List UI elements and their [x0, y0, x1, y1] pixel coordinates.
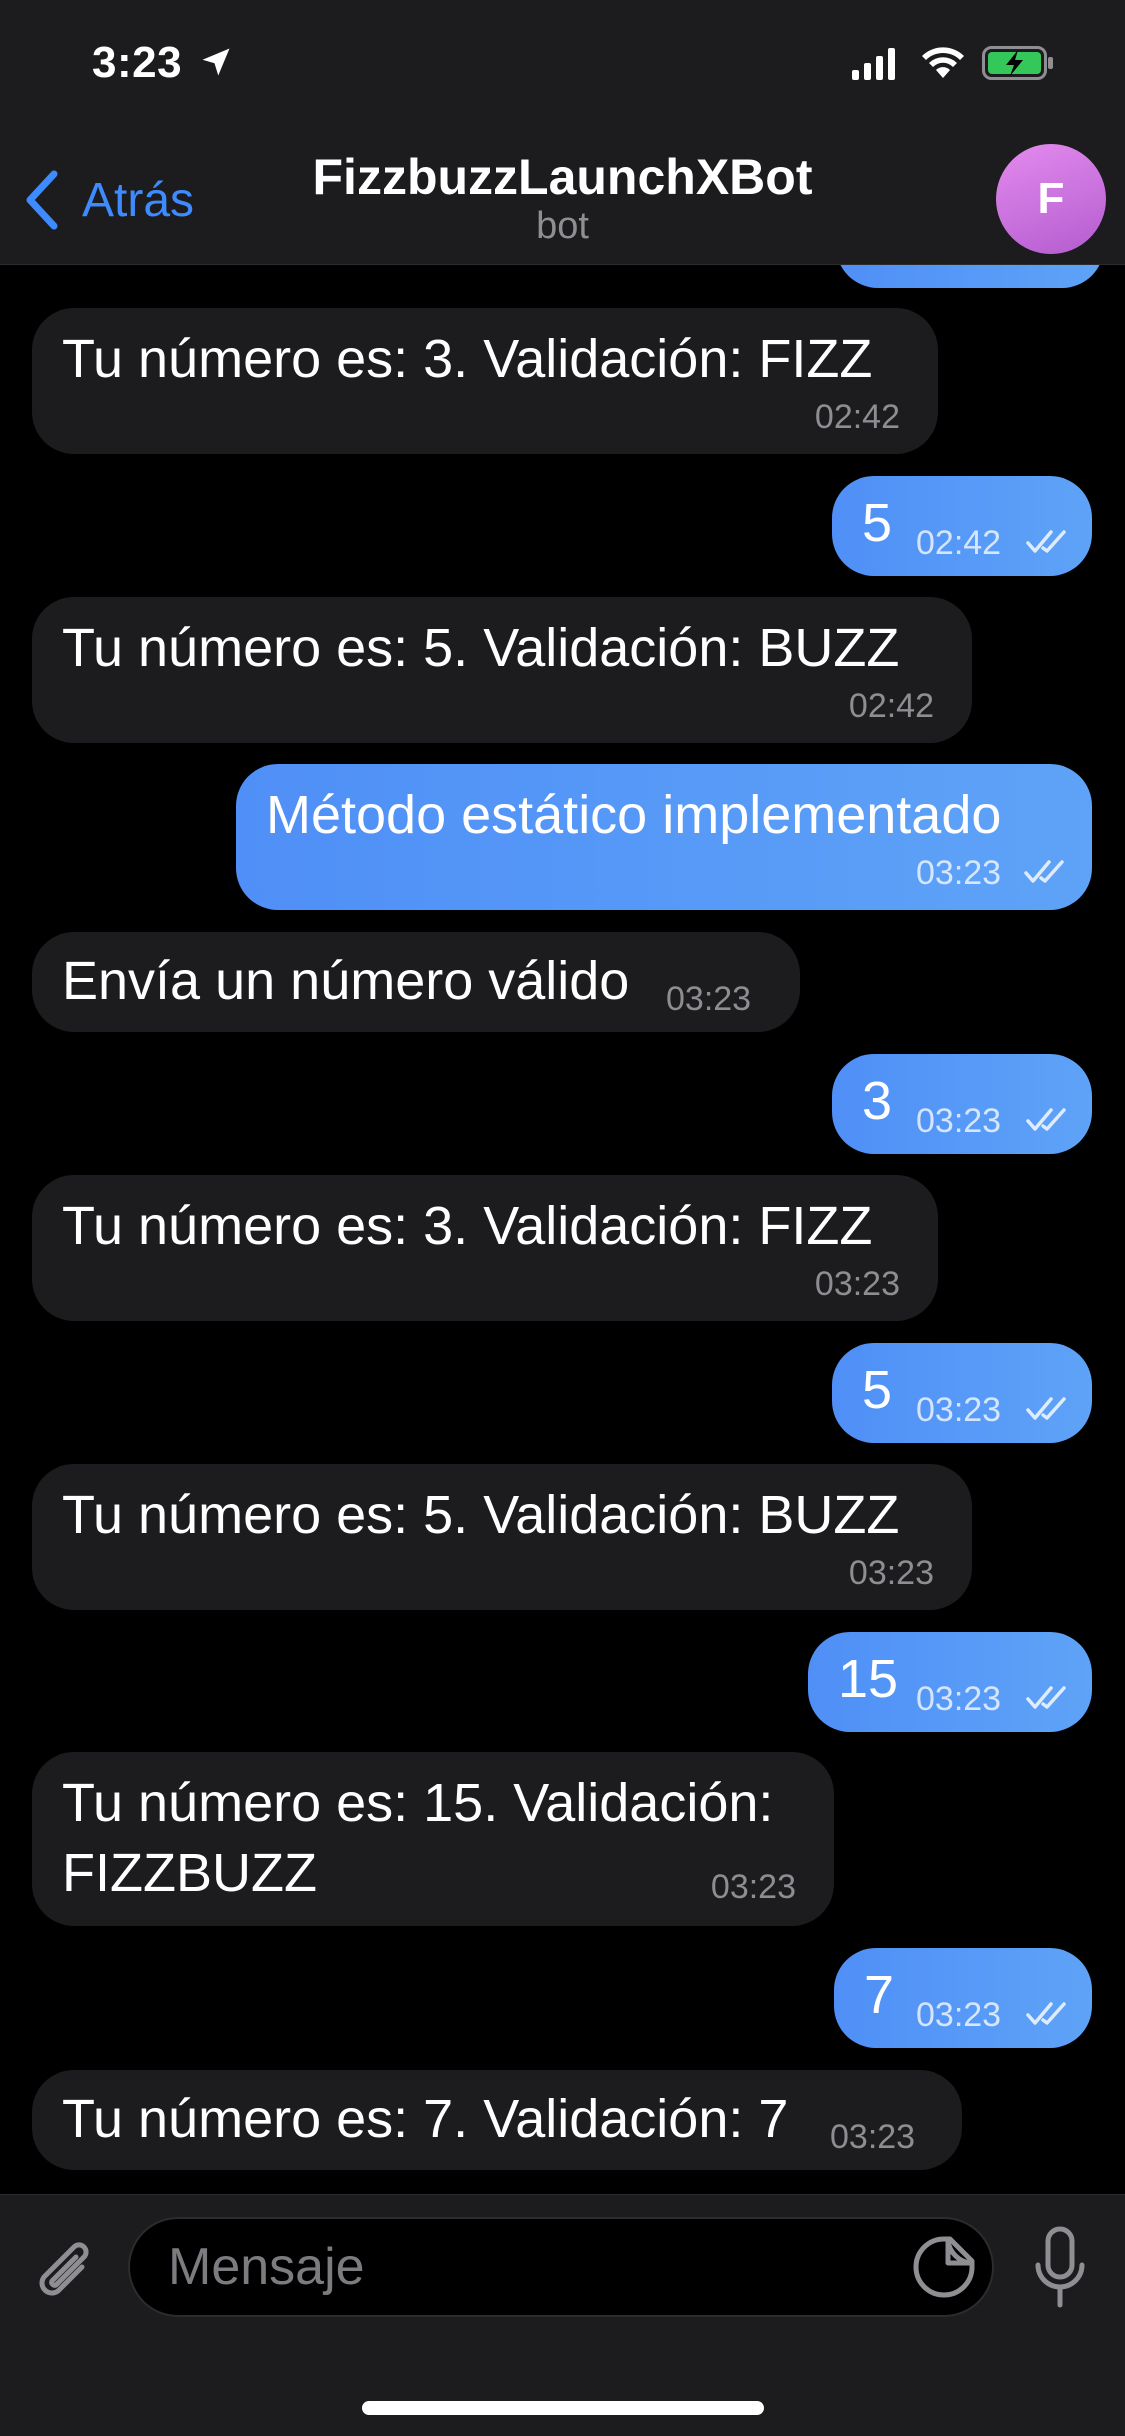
microphone-icon[interactable]: [1030, 2225, 1090, 2315]
message-bubble-incoming[interactable]: Envía un número válido 03:23: [32, 932, 800, 1032]
wifi-icon: [922, 47, 964, 78]
double-check-icon: [1026, 530, 1066, 553]
message-time: 02:42: [814, 398, 900, 436]
message-bubble-incoming[interactable]: Tu número es: 5. Validación: BUZZ 03:23: [32, 1464, 972, 1610]
message-time: 02:42: [916, 524, 1002, 562]
message-composer: [0, 2194, 1125, 2436]
avatar[interactable]: F: [996, 144, 1106, 254]
message-text: 5: [862, 1360, 893, 1420]
message-text: 7: [864, 1965, 895, 2025]
message-time: 03:23: [916, 854, 1002, 892]
message-time: 03:23: [710, 1868, 796, 1906]
double-check-icon: [1026, 1108, 1066, 1131]
double-check-icon: [1026, 2002, 1066, 2025]
battery-charging-icon: [982, 46, 1053, 80]
message-text: Tu número es: 5. Validación: BUZZ: [62, 618, 900, 678]
chat-subtitle: bot: [536, 205, 589, 247]
message-text: Envía un número válido: [62, 951, 630, 1011]
message-input[interactable]: [128, 2217, 994, 2317]
message-time: 03:23: [830, 2118, 916, 2156]
message-bubble-incoming[interactable]: Tu número es: 3. Validación: FIZZ 02:42: [32, 308, 938, 454]
message-bubble-incoming[interactable]: Tu número es: 3. Validación: FIZZ 03:23: [32, 1175, 938, 1321]
location-arrow-icon: [202, 48, 230, 76]
message-bubble-outgoing[interactable]: 7 03:23: [834, 1948, 1092, 2048]
sticker-icon[interactable]: [912, 2235, 976, 2299]
navigation-header: 3:23 Atrás FizzbuzzLaunchXBot bot F: [0, 0, 1125, 265]
message-bubble-incoming[interactable]: Tu número es: 15. Validación: FIZZBUZZ 0…: [32, 1752, 834, 1926]
message-bubble-outgoing[interactable]: 5 03:23: [832, 1343, 1092, 1443]
message-bubble-outgoing[interactable]: 5 02:42: [832, 476, 1092, 576]
message-bubble-outgoing[interactable]: Método estático implementado 03:23: [236, 764, 1092, 910]
message-text: 5: [862, 493, 893, 553]
signal-icon: [852, 48, 895, 80]
avatar-letter: F: [1037, 174, 1065, 223]
status-time: 3:23: [92, 38, 183, 87]
chat-title[interactable]: FizzbuzzLaunchXBot: [0, 148, 1125, 206]
message-text: Tu número es: 3. Validación: FIZZ: [62, 1196, 873, 1256]
message-time: 03:23: [848, 1554, 934, 1592]
double-check-icon: [1026, 1686, 1066, 1709]
message-text: Método estático implementado: [266, 785, 1002, 845]
message-text: 3: [862, 1071, 893, 1131]
paperclip-icon[interactable]: [30, 2229, 100, 2319]
message-time: 03:23: [916, 1680, 1002, 1718]
message-text: 15: [838, 1649, 899, 1709]
message-text: Tu número es: 5. Validación: BUZZ: [62, 1485, 900, 1545]
message-time: 03:23: [916, 1391, 1002, 1429]
message-time: 03:23: [814, 1265, 900, 1303]
message-text: Tu número es: 7. Validación: 7: [62, 2089, 789, 2149]
message-text: Tu número es: 3. Validación: FIZZ: [62, 329, 873, 389]
message-text-line1: Tu número es: 15. Validación:: [62, 1773, 774, 1833]
double-check-icon: [1026, 1397, 1066, 1420]
message-bubble-outgoing[interactable]: 15 03:23: [808, 1632, 1092, 1732]
message-text-line2: FIZZBUZZ: [62, 1843, 317, 1903]
message-bubble-outgoing[interactable]: 3 03:23: [832, 1054, 1092, 1154]
message-time: 02:42: [848, 687, 934, 725]
message-time: 03:23: [916, 1102, 1002, 1140]
message-time: 03:23: [666, 980, 752, 1018]
home-indicator: [362, 2401, 764, 2415]
message-bubble-incoming[interactable]: Tu número es: 5. Validación: BUZZ 02:42: [32, 597, 972, 743]
double-check-icon: [1024, 860, 1064, 883]
message-time: 03:23: [916, 1996, 1002, 2034]
message-bubble-incoming[interactable]: Tu número es: 7. Validación: 7 03:23: [32, 2070, 962, 2170]
